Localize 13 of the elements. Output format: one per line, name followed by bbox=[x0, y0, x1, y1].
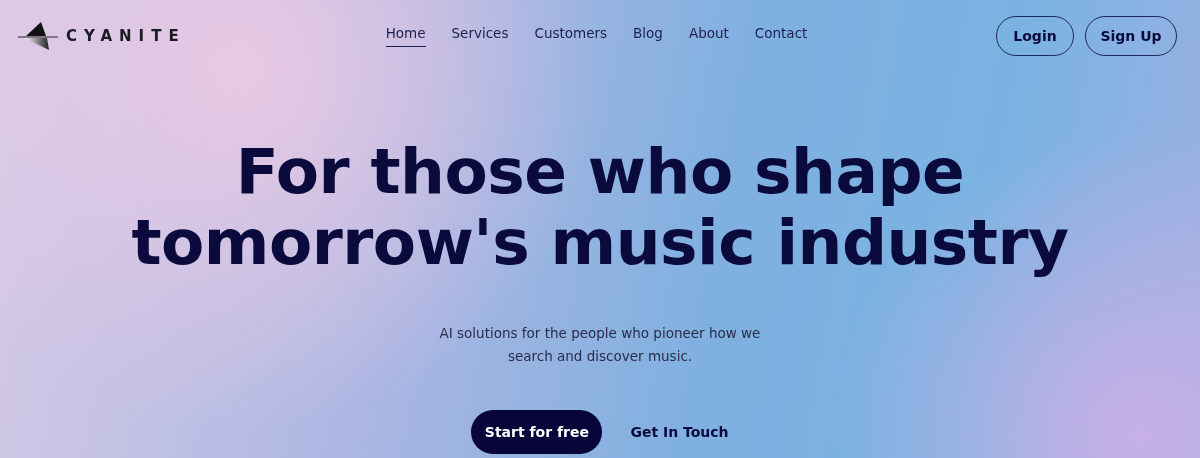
get-in-touch-link[interactable]: Get In Touch bbox=[630, 424, 729, 440]
nav-link[interactable]: About bbox=[688, 25, 729, 47]
nav-link[interactable]: Contact bbox=[754, 25, 808, 47]
logo-icon bbox=[16, 21, 60, 51]
nav-link[interactable]: Blog bbox=[633, 25, 663, 47]
logo-text: CYANITE bbox=[66, 27, 186, 45]
nav-link[interactable]: Services bbox=[451, 25, 509, 47]
start-button[interactable]: Start for free bbox=[471, 410, 603, 454]
hero-title: For those who shape bbox=[234, 136, 966, 207]
hero-title: tomorrow's music industry bbox=[131, 207, 1069, 278]
nav-link[interactable]: Customers bbox=[534, 25, 608, 47]
hero-subtitle: AI solutions for the people who pioneer how we search and discover music. bbox=[438, 324, 762, 366]
nav-link[interactable]: Home bbox=[385, 25, 426, 47]
